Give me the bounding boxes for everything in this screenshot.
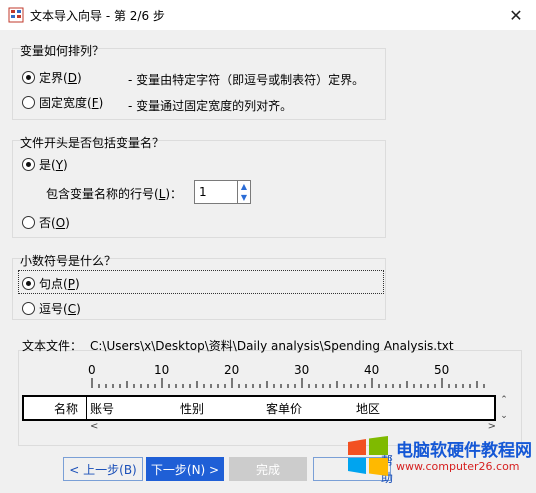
delimited-radio[interactable]: 定界(D)	[22, 69, 82, 86]
window-title: 文本导入向导 - 第 2/6 步	[30, 9, 165, 23]
ruler-label: 30	[294, 363, 310, 377]
radio-indicator[interactable]	[22, 277, 35, 290]
ruler-label: 10	[154, 363, 170, 377]
finish-button[interactable]: 完成	[229, 457, 307, 481]
fixed-width-description: - 变量通过固定宽度的列对齐。	[128, 99, 293, 113]
stepper-buttons[interactable]: ▲ ▼	[238, 180, 251, 204]
delimited-description: - 变量由特定字符（即逗号或制表符）定界。	[128, 73, 365, 87]
ruler-label: 20	[224, 363, 240, 377]
header-no-label: 否(O)	[39, 216, 70, 230]
header-yes-radio[interactable]: 是(Y)	[22, 156, 68, 173]
ruler-label: 40	[364, 363, 380, 377]
close-button[interactable]: ✕	[496, 0, 536, 30]
column-header: 地区	[356, 402, 381, 416]
watermark-title: 电脑软硬件教程网	[396, 441, 532, 461]
column-divider	[86, 397, 87, 419]
radio-indicator[interactable]	[22, 302, 35, 315]
chevron-up-icon[interactable]: ⌃	[500, 395, 508, 405]
row-header: 名称	[54, 402, 79, 416]
chevron-down-icon[interactable]: ▼	[238, 192, 250, 203]
header-yes-label: 是(Y)	[39, 158, 68, 172]
file-path: C:\Users\x\Desktop\资料\Daily analysis\Spe…	[90, 339, 454, 353]
decimal-group-title: 小数符号是什么？	[20, 254, 117, 268]
row-number-stepper[interactable]: ▲ ▼	[194, 180, 251, 204]
vertical-scrollbar[interactable]: ⌃ ⌄	[497, 395, 511, 421]
windows-logo-icon	[348, 436, 388, 476]
chevron-down-icon[interactable]: ⌄	[500, 411, 508, 421]
preview-grid[interactable]: 名称 账号 性别 客单价 地区	[22, 395, 496, 421]
radio-indicator[interactable]	[22, 216, 35, 229]
text-wizard-icon	[8, 7, 24, 23]
ruler-label: 0	[88, 363, 96, 377]
watermark-url: www.computer26.com	[396, 460, 520, 473]
header-group-title: 文件开头是否包括变量名？	[20, 136, 165, 150]
ruler-numbers: 0 10 20 30 40 50	[0, 363, 536, 377]
ruler-label: 50	[434, 363, 450, 377]
chevron-left-icon[interactable]: <	[90, 421, 98, 432]
fixed-width-label: 固定宽度(F)	[39, 96, 104, 110]
chevron-up-icon[interactable]: ▲	[238, 181, 250, 192]
column-header: 客单价	[266, 402, 303, 416]
previous-button[interactable]: < 上一步(B)	[63, 457, 143, 481]
close-icon: ✕	[509, 5, 523, 25]
delimited-label: 定界(D)	[39, 71, 82, 85]
next-button[interactable]: 下一步(N) >	[146, 457, 224, 481]
fixed-width-radio[interactable]: 固定宽度(F)	[22, 94, 103, 111]
arrangement-group-title: 变量如何排列？	[20, 44, 105, 58]
radio-indicator[interactable]	[22, 96, 35, 109]
radio-indicator[interactable]	[22, 158, 35, 171]
title-bar: 文本导入向导 - 第 2/6 步 ✕	[0, 0, 536, 30]
header-no-radio[interactable]: 否(O)	[22, 214, 70, 231]
file-label: 文本文件：	[22, 339, 83, 353]
decimal-comma-radio[interactable]: 逗号(C)	[22, 300, 81, 317]
decimal-period-radio[interactable]: 句点(P)	[22, 275, 80, 292]
ruler-ticks	[91, 378, 485, 388]
column-header: 账号	[90, 402, 115, 416]
column-header: 性别	[180, 402, 205, 416]
row-number-input[interactable]	[194, 180, 238, 204]
watermark: 电脑软硬件教程网 www.computer26.com	[346, 430, 536, 493]
decimal-period-label: 句点(P)	[39, 277, 80, 291]
decimal-comma-label: 逗号(C)	[39, 302, 81, 316]
row-number-label: 包含变量名称的行号(L)：	[46, 187, 183, 201]
radio-indicator[interactable]	[22, 71, 35, 84]
